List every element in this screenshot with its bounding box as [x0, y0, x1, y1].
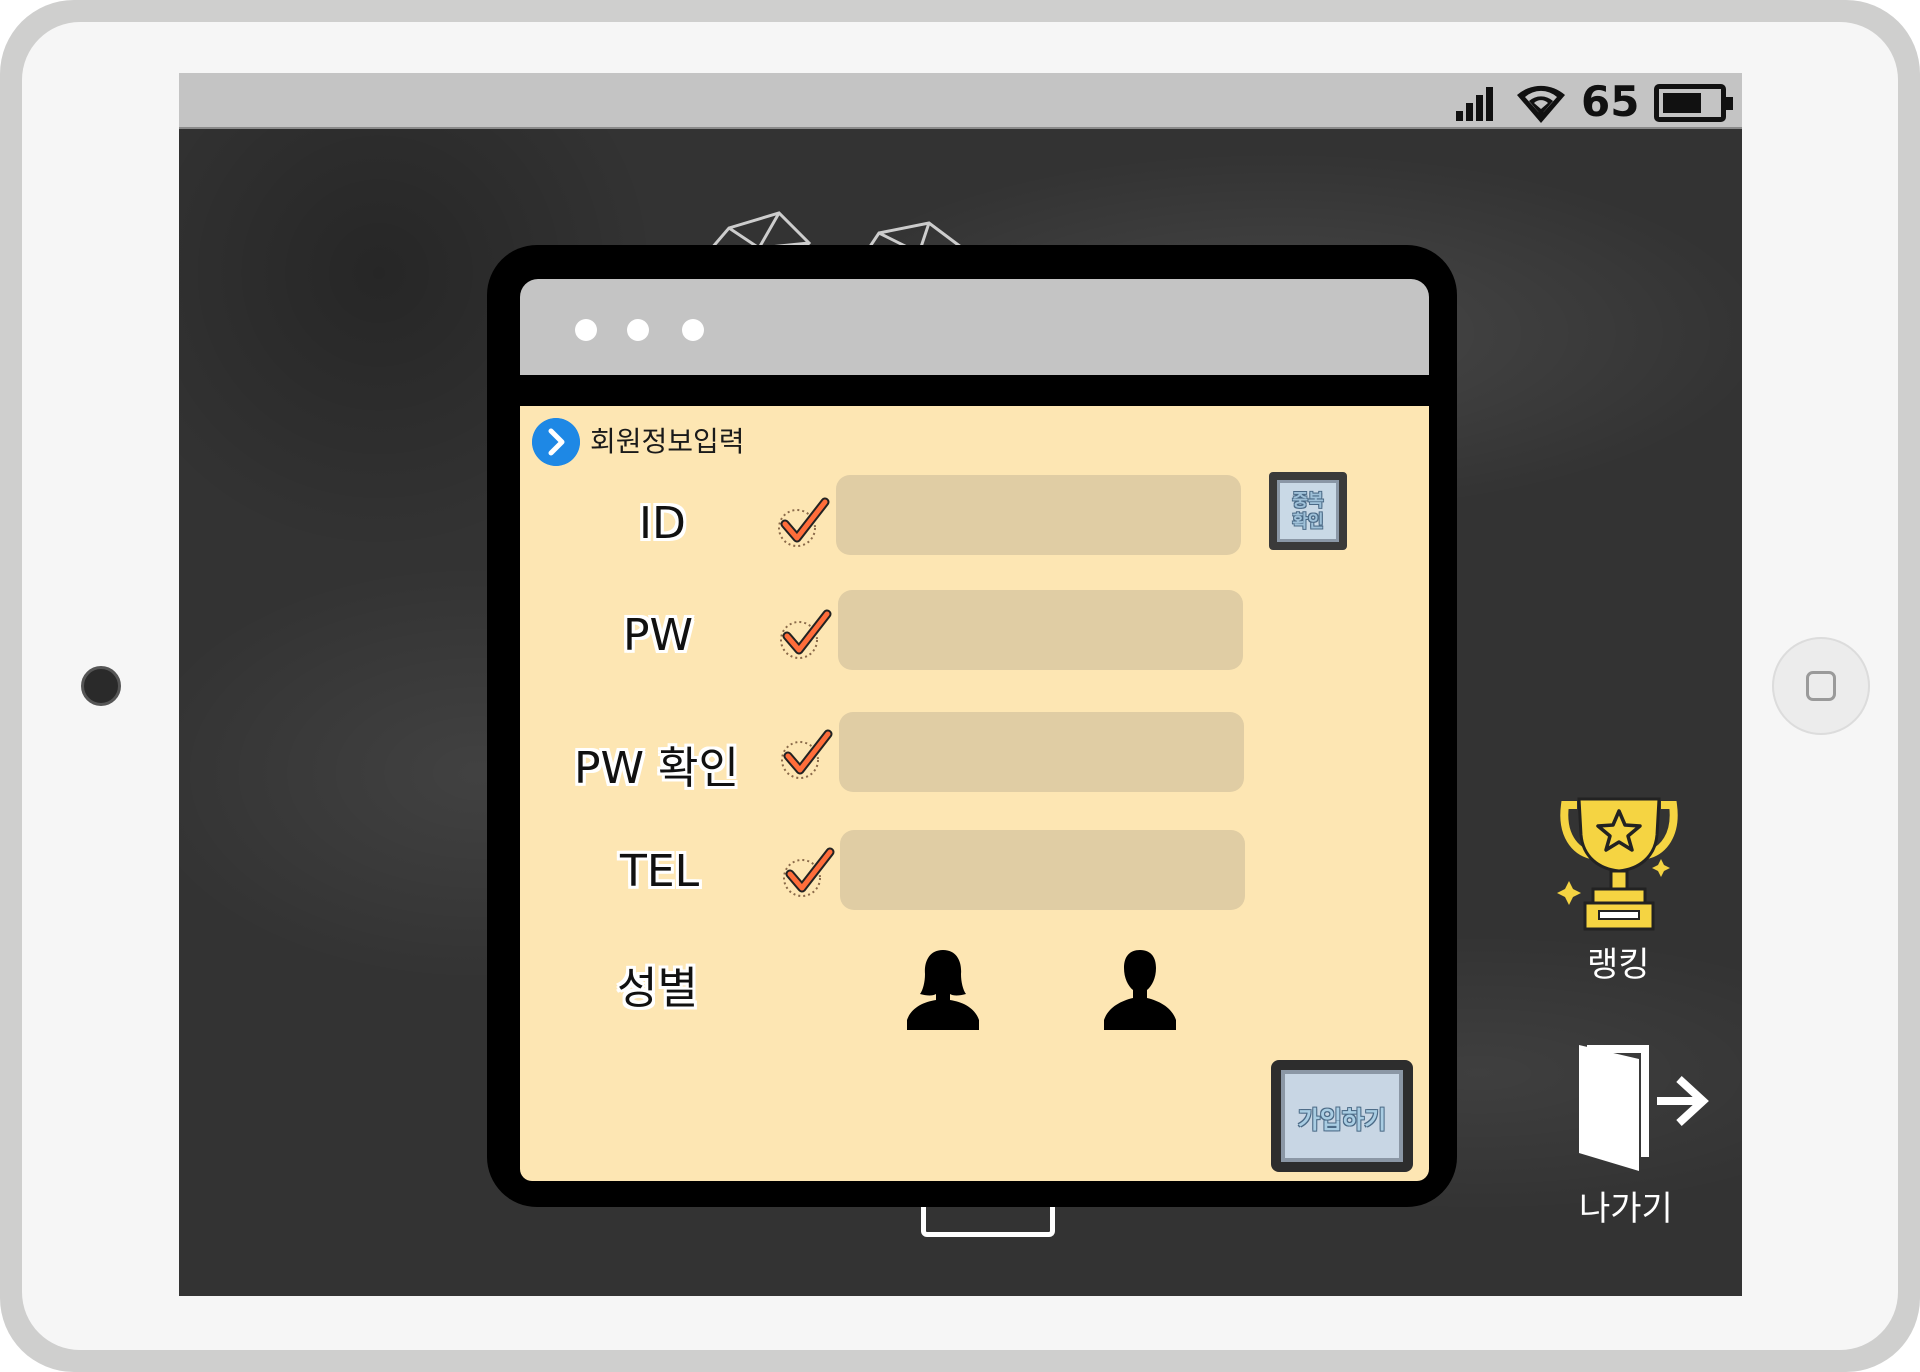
window-dot-icon	[682, 319, 704, 341]
signup-form-panel: 회원정보입력 ID 중복 확인 PW PW 확인 TEL 성별 가입하기	[520, 406, 1429, 1181]
id-input[interactable]	[836, 475, 1241, 555]
checkmark-icon	[783, 847, 835, 897]
form-header-title: 회원정보입력	[590, 425, 745, 458]
tel-input[interactable]	[840, 830, 1245, 910]
screen: 65 회원정보입력 ID 중복 확인 PW PW 확인 TEL 성별 가입하기 …	[179, 73, 1742, 1296]
ranking-label[interactable]: 랭킹	[1587, 937, 1650, 986]
exit-door-icon[interactable]	[1573, 1041, 1711, 1171]
pw-input[interactable]	[838, 590, 1243, 670]
wifi-icon	[1517, 85, 1565, 123]
window-dot-icon	[575, 319, 597, 341]
home-square-icon	[1806, 671, 1836, 701]
id-label: ID	[639, 498, 686, 549]
window-titlebar	[520, 279, 1429, 375]
home-button[interactable]	[1772, 637, 1870, 735]
pw-confirm-input[interactable]	[839, 712, 1244, 792]
checkmark-icon	[781, 729, 833, 779]
signup-window: 회원정보입력 ID 중복 확인 PW PW 확인 TEL 성별 가입하기	[487, 245, 1457, 1207]
gender-label: 성별	[617, 963, 698, 1014]
window-bottom-tab	[921, 1207, 1055, 1237]
checkmark-icon	[780, 609, 832, 659]
battery-icon	[1654, 84, 1733, 122]
window-dot-icon	[627, 319, 649, 341]
female-silhouette-icon[interactable]	[903, 946, 983, 1030]
duplicate-check-button[interactable]: 중복 확인	[1269, 472, 1347, 550]
exit-label[interactable]: 나가기	[1579, 1181, 1673, 1230]
checkmark-icon	[778, 497, 830, 547]
signal-strength-icon	[1456, 85, 1502, 121]
duplicate-check-label-line2: 확인	[1292, 512, 1324, 532]
duplicate-check-label-line1: 중복	[1292, 491, 1324, 511]
signup-submit-button[interactable]: 가입하기	[1271, 1060, 1413, 1172]
battery-percentage: 65	[1581, 77, 1640, 126]
pw-label: PW	[623, 610, 694, 661]
camera-icon	[81, 666, 121, 706]
trophy-icon[interactable]	[1557, 795, 1681, 933]
tablet-frame: 65 회원정보입력 ID 중복 확인 PW PW 확인 TEL 성별 가입하기 …	[0, 0, 1920, 1372]
pw-confirm-label: PW 확인	[574, 743, 739, 794]
male-silhouette-icon[interactable]	[1100, 946, 1180, 1030]
tel-label: TEL	[620, 846, 700, 897]
chevron-right-circle-icon	[532, 418, 580, 466]
status-bar: 65	[179, 73, 1742, 129]
signup-submit-label: 가입하기	[1297, 1106, 1387, 1134]
